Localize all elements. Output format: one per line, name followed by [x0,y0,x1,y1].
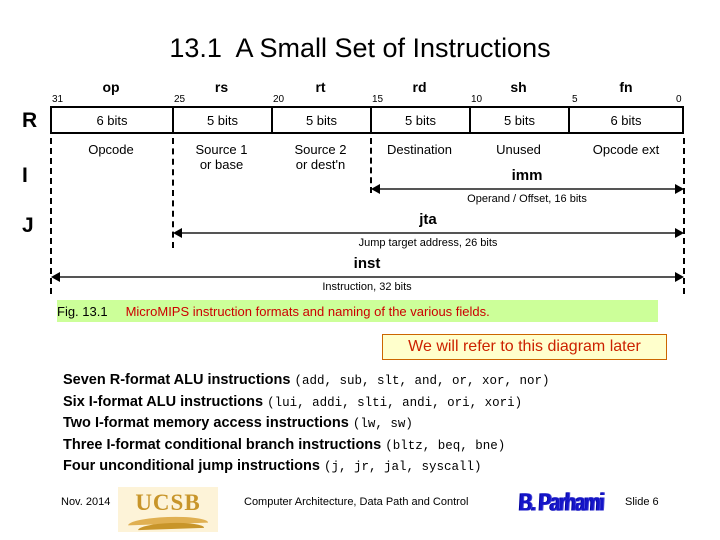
span-line-inst [58,276,676,278]
callout-box: We will refer to this diagram later [382,334,667,360]
slide: 13.1 A Small Set of Instructions op rs r… [0,0,720,540]
list-item: Four unconditional jump instructions (j,… [63,456,703,478]
list-item-lead: Six I-format ALU instructions [63,393,268,410]
format-label-i: I [22,164,28,187]
bit-number-5: 5 [572,94,578,105]
bit-number-25: 25 [174,94,186,105]
figure-caption: Fig. 13.1 MicroMIPS instruction formats … [57,300,658,322]
span-line-imm [378,188,676,190]
field-desc-source2: Source 2 or dest'n [294,142,347,172]
span-sublabel-imm: Operand / Offset, 16 bits [467,193,587,205]
bit-number-15: 15 [372,94,384,105]
span-label-jta: jta [419,211,437,228]
format-label-r: R [22,109,38,132]
field-name-rt: rt [315,79,326,95]
r-format-field-boxes: 6 bits 5 bits 5 bits 5 bits 5 bits 6 bit… [50,106,684,134]
list-item-lead: Three I-format conditional branch instru… [63,436,386,453]
span-label-inst: inst [353,255,381,272]
field-desc-source1: Source 1 or base [195,142,248,172]
field-desc-unused: Unused [496,142,541,157]
footer-date: Nov. 2014 [61,496,111,508]
page-title: 13.1 A Small Set of Instructions [169,33,551,63]
field-name-op: op [102,79,120,95]
field-box-rs: 5 bits [174,108,273,132]
list-item: Three I-format conditional branch instru… [63,435,703,457]
ucsb-logo-text: UCSB [135,490,201,515]
list-item-mnemonics: (lui, addi, slti, andi, ori, xori) [267,395,523,410]
field-box-fn: 6 bits [570,108,682,132]
figure-number: Fig. 13.1 [57,303,108,319]
field-box-rd: 5 bits [372,108,471,132]
list-item: Six I-format ALU instructions (lui, addi… [63,392,703,414]
span-sublabel-inst: Instruction, 32 bits [322,281,412,293]
bit-number-20: 20 [273,94,285,105]
field-name-rs: rs [214,79,229,95]
field-name-fn: fn [619,79,633,95]
footer-course-title: Computer Architecture, Data Path and Con… [244,496,469,508]
field-box-rt: 5 bits [273,108,372,132]
figure-caption-text: MicroMIPS instruction formats and naming… [125,303,490,319]
span-sublabel-jta: Jump target address, 26 bits [358,237,498,249]
bit-number-31: 31 [52,94,64,105]
list-item-mnemonics: (j, jr, jal, syscall) [324,460,482,474]
field-desc-opcode-ext: Opcode ext [592,142,660,157]
bit-number-0: 0 [676,94,682,105]
field-desc-opcode: Opcode [88,142,134,157]
footer-slide-number: Slide 6 [625,496,659,508]
list-item-mnemonics: (bltz, beq, bne) [385,438,506,453]
field-name-sh: sh [510,79,527,95]
instruction-format-diagram: op rs rt rd sh fn 31 25 20 15 10 5 0 R I… [0,80,720,300]
list-item-lead: Seven R-format ALU instructions [63,372,295,388]
author-logo: B. Parhami [513,489,609,529]
list-item-mnemonics: (lw, sw) [352,417,413,431]
bit-number-10: 10 [471,94,483,105]
span-line-jta [180,232,676,234]
slide-footer: Nov. 2014 UCSB Computer Architecture, Da… [0,487,720,537]
list-item: Two I-format memory access instructions … [63,413,703,435]
author-logo-text: B. Parhami [518,489,604,518]
field-name-rd: rd [412,79,427,95]
callout-text: We will refer to this diagram later [408,338,641,355]
field-desc-destination: Destination [386,142,453,157]
instruction-summary-list: Seven R-format ALU instructions (add, su… [63,370,703,478]
format-label-j: J [22,214,34,237]
field-box-sh: 5 bits [471,108,570,132]
span-label-imm: imm [511,167,543,184]
list-item-mnemonics: (add, sub, slt, and, or, xor, nor) [294,374,550,388]
list-item-lead: Two I-format memory access instructions [63,415,353,431]
ucsb-logo: UCSB [118,487,218,532]
list-item-lead: Four unconditional jump instructions [63,458,324,474]
field-box-op: 6 bits [52,108,174,132]
list-item: Seven R-format ALU instructions (add, su… [63,370,703,392]
